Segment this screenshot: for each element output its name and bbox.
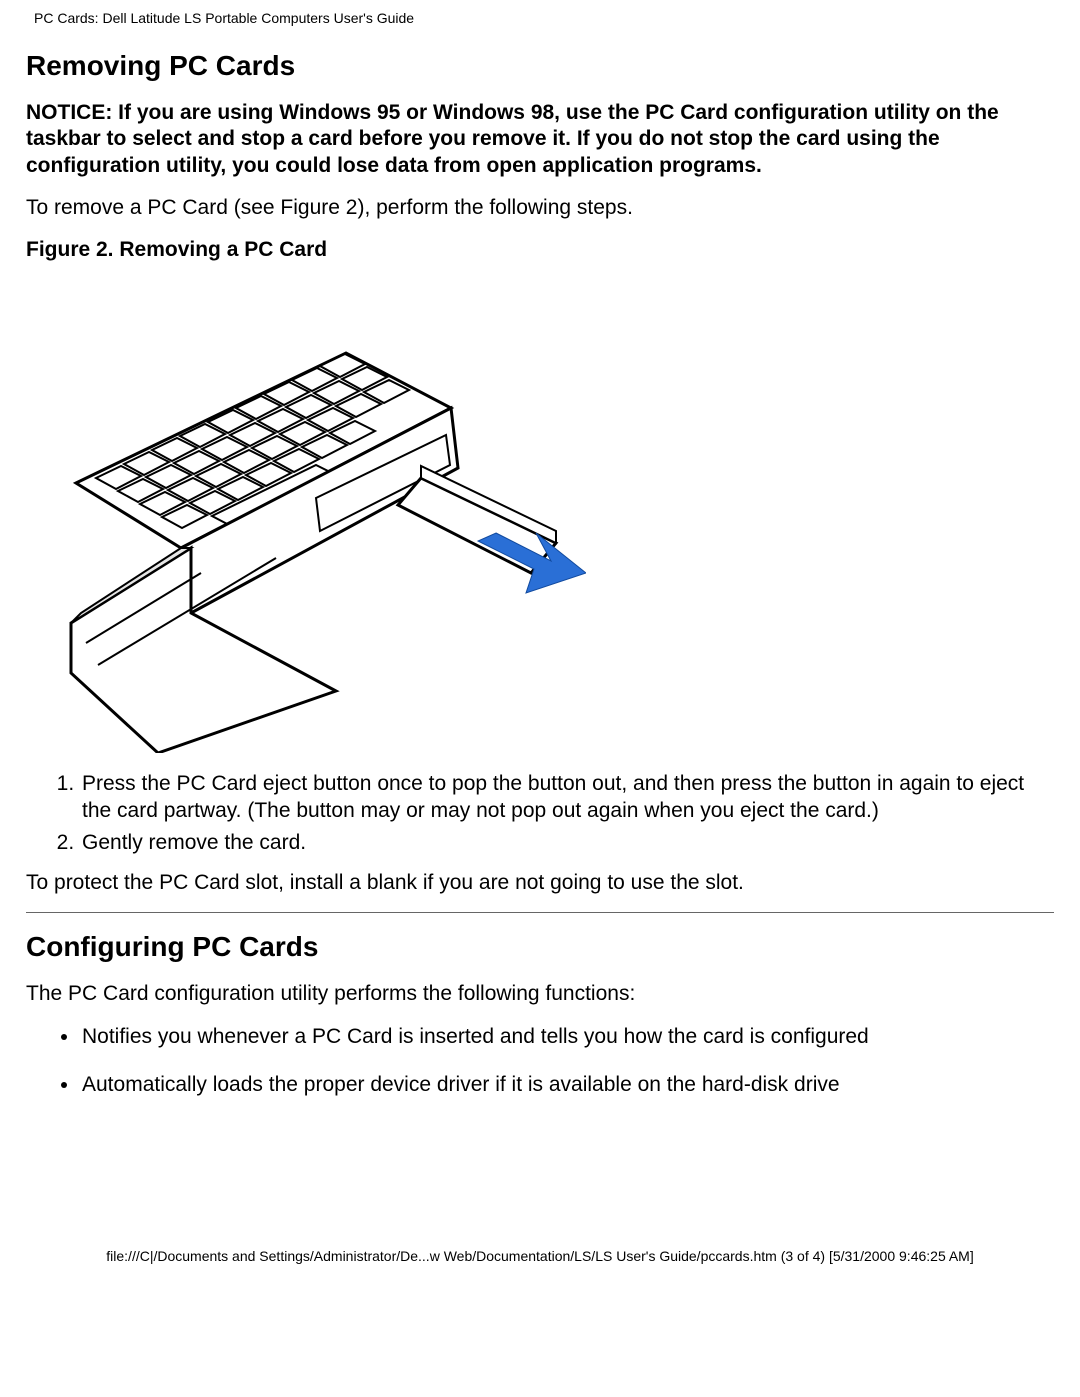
figure-2-removing-pc-card bbox=[26, 273, 586, 753]
heading-removing-pc-cards: Removing PC Cards bbox=[26, 50, 1054, 82]
heading-configuring-pc-cards: Configuring PC Cards bbox=[26, 931, 1054, 963]
config-bullet-1: Notifies you whenever a PC Card is inser… bbox=[80, 1024, 1054, 1050]
figure-caption: Figure 2. Removing a PC Card bbox=[26, 237, 1054, 263]
protect-slot-text: To protect the PC Card slot, install a b… bbox=[26, 870, 1054, 896]
removal-steps-list: Press the PC Card eject button once to p… bbox=[26, 771, 1054, 856]
notice-text: NOTICE: If you are using Windows 95 or W… bbox=[26, 100, 1054, 179]
pc-card-illustration bbox=[26, 273, 586, 753]
config-functions-list: Notifies you whenever a PC Card is inser… bbox=[26, 1024, 1054, 1099]
page-footer: file:///C|/Documents and Settings/Admini… bbox=[26, 1248, 1054, 1280]
config-intro: The PC Card configuration utility perfor… bbox=[26, 981, 1054, 1007]
page-header: PC Cards: Dell Latitude LS Portable Comp… bbox=[26, 0, 1054, 40]
step-1: Press the PC Card eject button once to p… bbox=[80, 771, 1054, 824]
removing-intro: To remove a PC Card (see Figure 2), perf… bbox=[26, 195, 1054, 221]
config-bullet-2: Automatically loads the proper device dr… bbox=[80, 1072, 1054, 1098]
section-divider bbox=[26, 912, 1054, 913]
step-2: Gently remove the card. bbox=[80, 830, 1054, 856]
